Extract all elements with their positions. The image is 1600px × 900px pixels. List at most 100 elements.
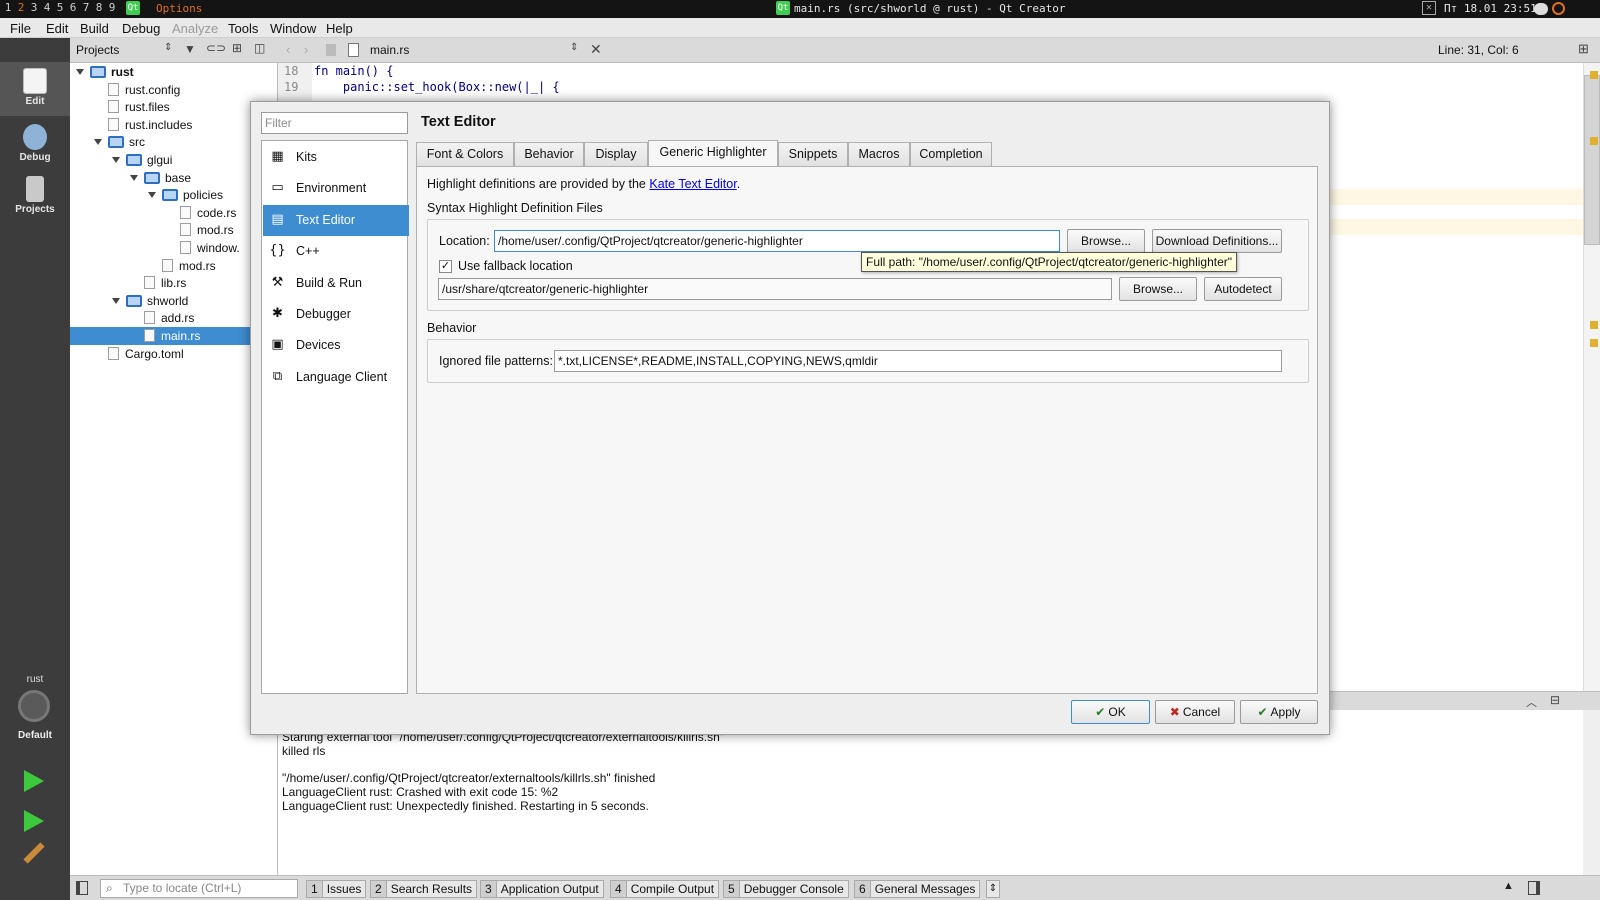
- expand-arrow-icon[interactable]: [130, 174, 138, 181]
- editor-scrollbar[interactable]: [1583, 63, 1600, 691]
- cancel-button[interactable]: ✖ Cancel: [1155, 700, 1235, 724]
- menu-debug[interactable]: Debug: [122, 21, 160, 36]
- output-pane-tab-6[interactable]: 6 General Messages: [854, 880, 981, 898]
- menu-file[interactable]: File: [10, 21, 31, 36]
- category-environment[interactable]: ▭ Environment: [263, 173, 409, 204]
- tree-item[interactable]: rust.files: [94, 98, 170, 116]
- menu-edit[interactable]: Edit: [46, 21, 68, 36]
- output-pane-tab-1[interactable]: 1 Issues: [306, 880, 367, 898]
- tab-snippets[interactable]: Snippets: [778, 142, 848, 166]
- tab-display[interactable]: Display: [584, 142, 648, 166]
- browse-fallback-button[interactable]: Browse...: [1119, 277, 1197, 301]
- projects-selector[interactable]: Projects: [76, 43, 119, 57]
- tree-item[interactable]: code.rs: [166, 204, 236, 222]
- category-debugger[interactable]: ✱ Debugger: [263, 299, 409, 330]
- output-pane-tab-4[interactable]: 4 Compile Output: [610, 880, 720, 898]
- ignored-patterns-input[interactable]: *.txt,LICENSE*,README,INSTALL,COPYING,NE…: [554, 350, 1282, 372]
- tab-generic-highlighter[interactable]: Generic Highlighter: [648, 140, 778, 166]
- locator-input[interactable]: Type to locate (Ctrl+L): [100, 879, 298, 898]
- link-icon[interactable]: ⊂⊃: [206, 41, 226, 55]
- maximize-output-icon[interactable]: ︿: [1526, 694, 1537, 710]
- output-pane-tab-2[interactable]: 2 Search Results: [370, 880, 478, 898]
- autodetect-button[interactable]: Autodetect: [1204, 277, 1282, 301]
- more-panes-icon[interactable]: ⇕: [986, 880, 1000, 898]
- category-build-run[interactable]: ⚒ Build & Run: [263, 268, 409, 299]
- split-editor-icon[interactable]: ⊞: [1578, 41, 1589, 57]
- tree-item[interactable]: src: [94, 133, 145, 151]
- filter-input[interactable]: Filter: [261, 112, 408, 134]
- expand-arrow-icon[interactable]: [148, 192, 156, 199]
- tree-item[interactable]: policies: [148, 186, 223, 204]
- workspace-4[interactable]: 4: [41, 1, 53, 14]
- tree-item[interactable]: add.rs: [130, 309, 194, 327]
- close-file-icon[interactable]: ✕: [590, 41, 602, 58]
- ok-button[interactable]: ✔ OK: [1071, 700, 1150, 724]
- selector-arrows-icon[interactable]: ⇕: [164, 42, 172, 53]
- apply-button[interactable]: ✔ Apply: [1240, 700, 1318, 724]
- workspace-8[interactable]: 8: [93, 1, 105, 14]
- tree-item[interactable]: mod.rs: [166, 221, 234, 239]
- menu-window[interactable]: Window: [270, 21, 316, 36]
- workspace-2[interactable]: 2: [15, 1, 27, 14]
- workspace-6[interactable]: 6: [67, 1, 79, 14]
- close-window-icon[interactable]: ✕: [1422, 1, 1436, 15]
- workspace-7[interactable]: 7: [80, 1, 92, 14]
- tree-item[interactable]: main.rs: [70, 327, 277, 345]
- fallback-location-input[interactable]: /usr/share/qtcreator/generic-highlighter: [438, 278, 1112, 300]
- output-up-icon[interactable]: ▲: [1503, 880, 1514, 892]
- chat-icon[interactable]: [1534, 3, 1548, 15]
- location-input[interactable]: /home/user/.config/QtProject/qtcreator/g…: [494, 230, 1060, 252]
- toggle-right-sidebar-icon[interactable]: [1528, 881, 1540, 895]
- menu-tools[interactable]: Tools: [228, 21, 258, 36]
- mode-edit[interactable]: Edit: [0, 62, 70, 116]
- tab-macros[interactable]: Macros: [848, 142, 910, 166]
- tree-item[interactable]: rust.includes: [94, 116, 192, 134]
- workspace-5[interactable]: 5: [54, 1, 66, 14]
- category-text-editor[interactable]: ▤ Text Editor: [263, 204, 409, 236]
- fallback-checkbox[interactable]: ✓: [439, 260, 452, 273]
- project-tree[interactable]: rust rust.config rust.files rust.includes sr…: [70, 63, 278, 875]
- expand-arrow-icon[interactable]: [76, 69, 84, 75]
- tree-item[interactable]: Cargo.toml: [94, 345, 184, 363]
- output-pane-tab-3[interactable]: 3 Application Output: [480, 880, 604, 898]
- menu-analyze[interactable]: Analyze: [172, 21, 218, 36]
- category-kits[interactable]: ▦ Kits: [263, 142, 409, 173]
- kate-link[interactable]: Kate Text Editor: [649, 177, 736, 191]
- debug-run-icon[interactable]: [24, 810, 44, 832]
- tree-item[interactable]: shworld: [112, 292, 188, 310]
- category-language-client[interactable]: ⧉ Language Client: [263, 362, 409, 393]
- mode-debug[interactable]: Debug: [0, 118, 70, 172]
- workspace-3[interactable]: 3: [28, 1, 40, 14]
- tree-item[interactable]: mod.rs: [148, 257, 216, 275]
- mode-projects[interactable]: Projects: [0, 170, 70, 224]
- menu-build[interactable]: Build: [80, 21, 109, 36]
- workspace-9[interactable]: 9: [106, 1, 118, 14]
- download-definitions-button[interactable]: Download Definitions...: [1152, 229, 1282, 253]
- expand-arrow-icon[interactable]: [112, 297, 120, 304]
- filter-icon[interactable]: ▼: [184, 42, 196, 56]
- kit-selector-icon[interactable]: [18, 690, 50, 722]
- toggle-sidebar-icon[interactable]: [76, 881, 88, 895]
- forward-icon[interactable]: ›: [304, 42, 308, 57]
- tree-item[interactable]: window.: [166, 239, 240, 257]
- tree-item[interactable]: base: [130, 169, 191, 187]
- expand-arrow-icon[interactable]: [112, 157, 120, 163]
- back-icon[interactable]: ‹: [286, 42, 290, 57]
- tree-item[interactable]: rust: [76, 63, 134, 81]
- close-output-icon[interactable]: ⊟: [1550, 693, 1560, 707]
- close-panel-icon[interactable]: ◫: [254, 41, 265, 55]
- tray-status-icon[interactable]: [1552, 2, 1565, 15]
- workspace-1[interactable]: 1: [2, 1, 14, 14]
- file-selector-arrows-icon[interactable]: ⇕: [570, 42, 578, 53]
- tab-behavior[interactable]: Behavior: [514, 142, 584, 166]
- browse-button[interactable]: Browse...: [1067, 229, 1145, 253]
- build-hammer-icon[interactable]: [23, 842, 45, 864]
- category-c++[interactable]: {} C++: [263, 236, 409, 267]
- expand-arrow-icon[interactable]: [94, 139, 102, 146]
- menu-help[interactable]: Help: [326, 21, 353, 36]
- tree-item[interactable]: lib.rs: [130, 274, 186, 292]
- run-icon[interactable]: [24, 770, 44, 792]
- split-icon[interactable]: ⊞: [232, 41, 242, 55]
- tree-item[interactable]: glgui: [112, 151, 172, 169]
- tab-completion[interactable]: Completion: [910, 142, 992, 166]
